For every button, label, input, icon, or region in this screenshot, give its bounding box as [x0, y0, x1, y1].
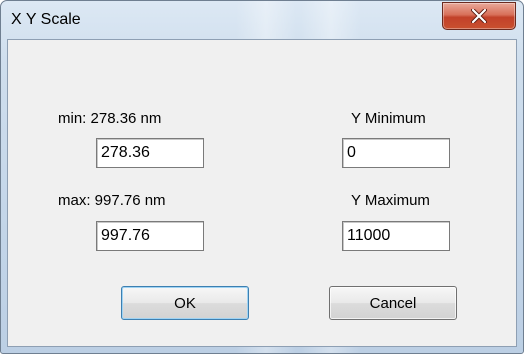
y-max-input[interactable] — [342, 221, 450, 251]
title-bar[interactable]: X Y Scale — [1, 1, 523, 39]
close-x-icon — [471, 9, 487, 23]
x-max-input[interactable] — [96, 221, 204, 251]
x-min-label: min: 278.36 nm — [58, 110, 162, 127]
dialog-client-area: min: 278.36 nm max: 997.76 nm Y Minimum … — [7, 39, 517, 347]
y-min-label: Y Minimum — [351, 110, 426, 127]
window-title: X Y Scale — [11, 11, 81, 28]
cancel-button[interactable]: Cancel — [329, 286, 457, 320]
xy-scale-dialog: X Y Scale min: 278.36 nm max: 997.76 nm … — [0, 0, 524, 354]
x-max-label: max: 997.76 nm — [58, 192, 166, 209]
y-min-input[interactable] — [342, 138, 450, 168]
ok-button[interactable]: OK — [121, 286, 249, 320]
y-max-label: Y Maximum — [351, 192, 430, 209]
close-button[interactable] — [442, 2, 516, 30]
x-min-input[interactable] — [96, 138, 204, 168]
